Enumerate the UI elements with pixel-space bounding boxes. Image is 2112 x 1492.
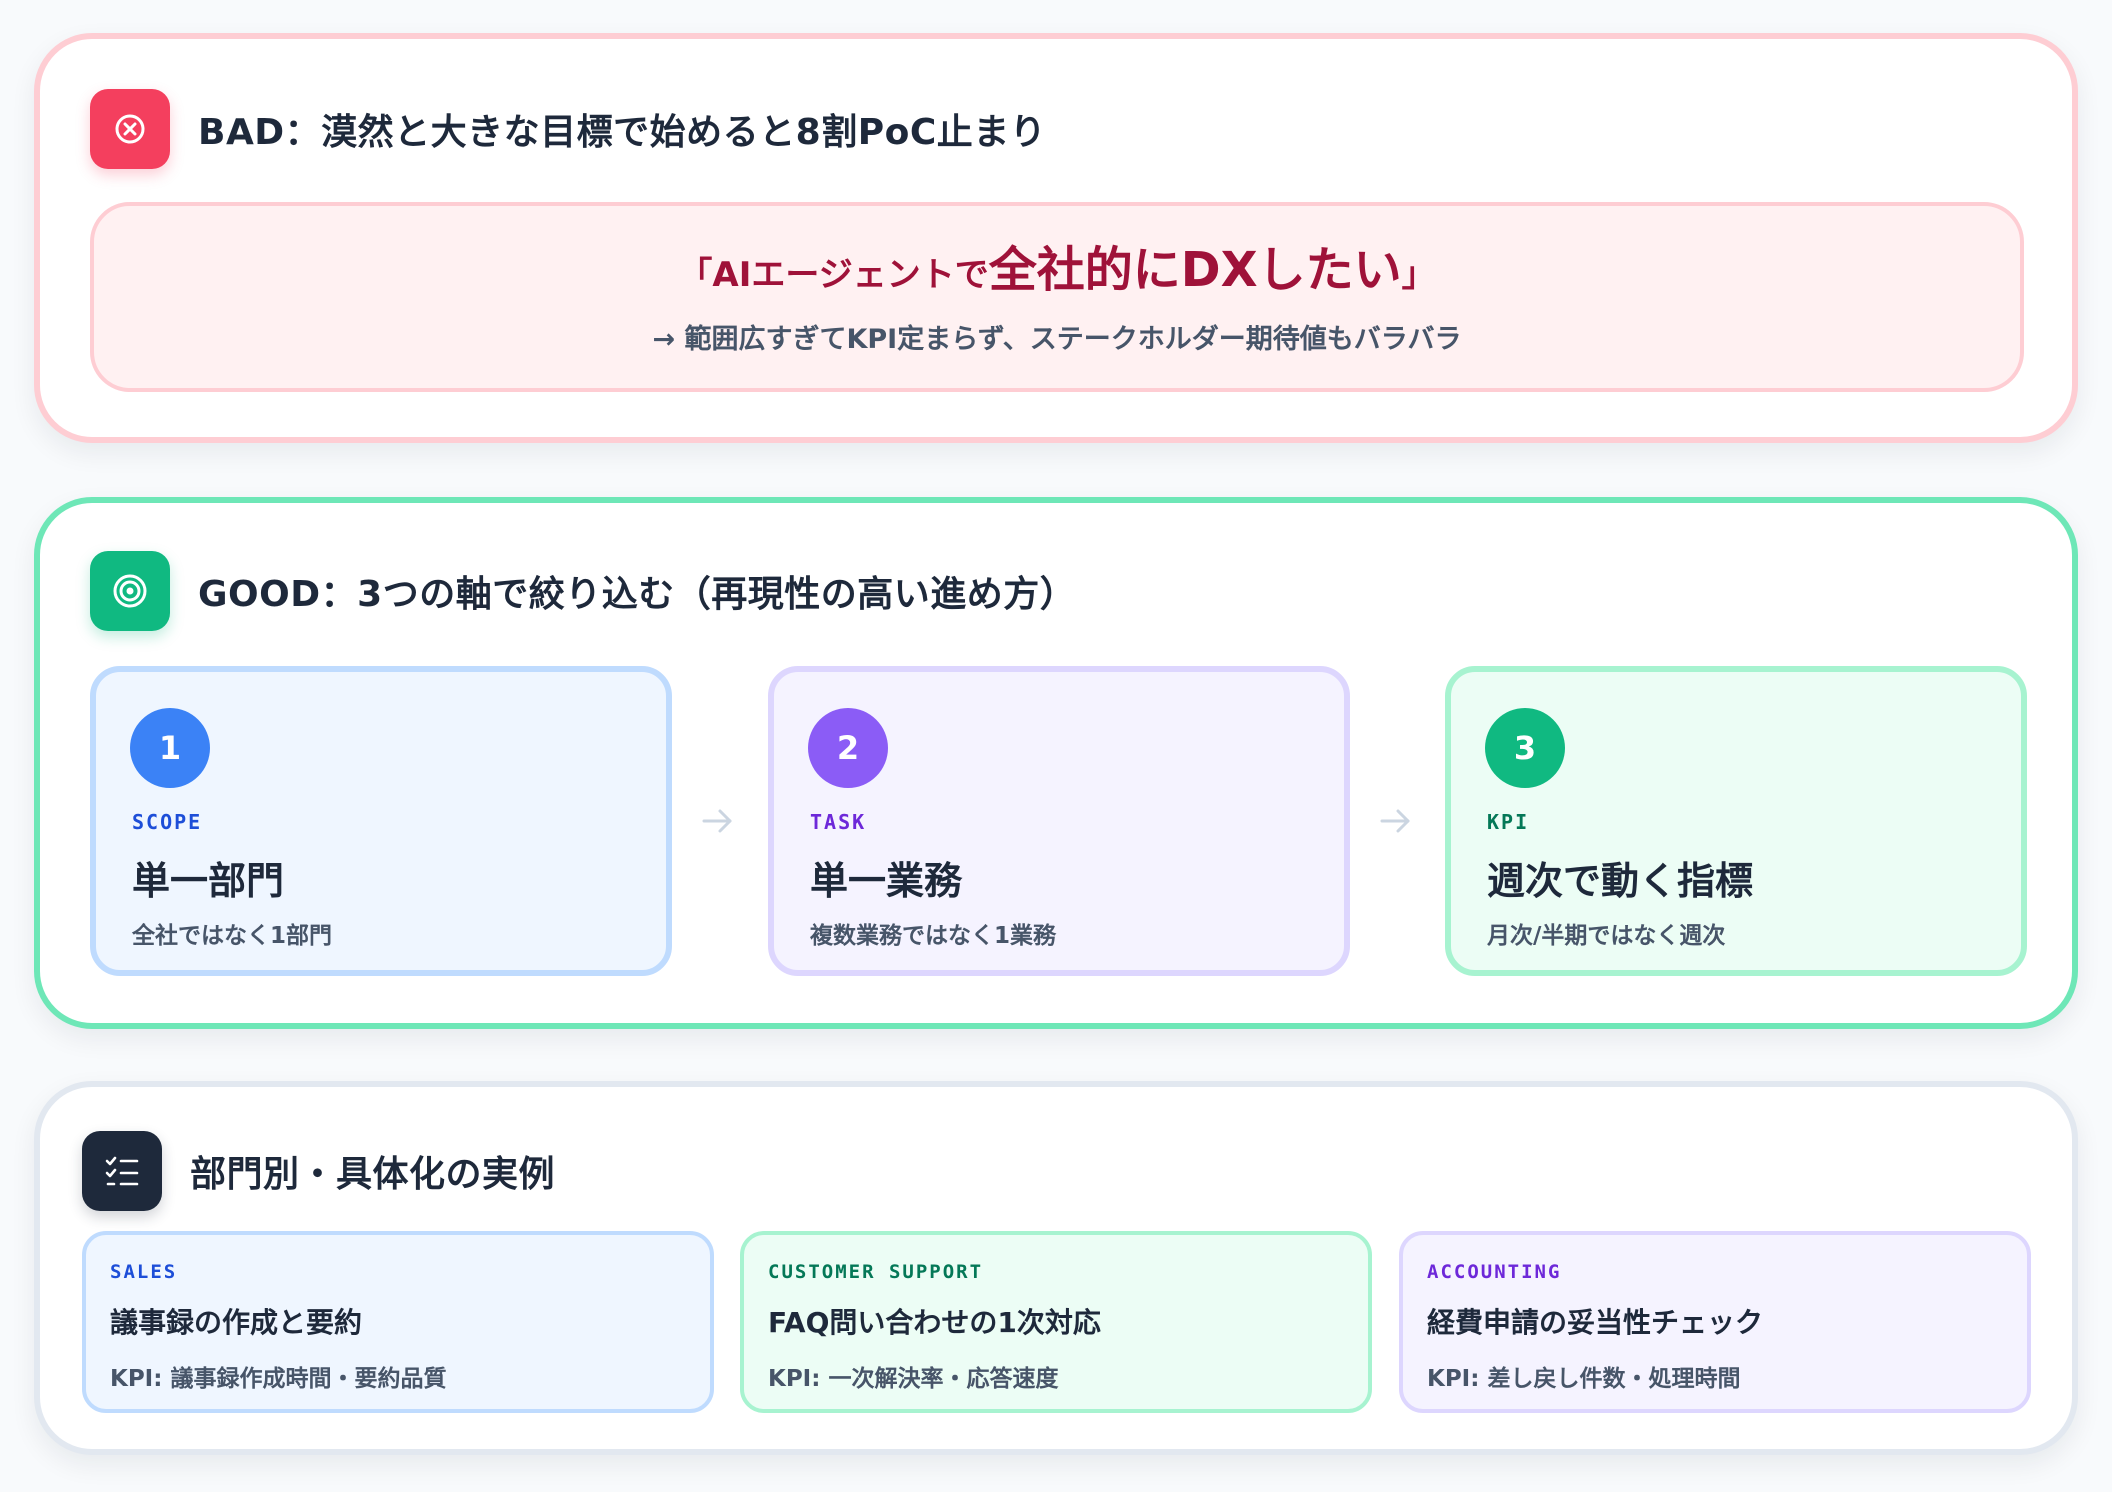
step-number-badge: 3	[1485, 708, 1565, 788]
bad-title: BAD：漠然と大きな目標で始めると8割PoC止まり	[198, 112, 1047, 153]
arrow-right-icon	[1378, 803, 1414, 846]
step-scope: 1 SCOPE 単一部門 全社ではなく1部門	[90, 666, 672, 976]
bad-quote-emphasis: 全社的にDXしたい	[988, 242, 1402, 298]
step-kpi: 3 KPI 週次で動く指標 月次/半期ではなく週次	[1445, 666, 2027, 976]
step-description: 月次/半期ではなく週次	[1487, 923, 1726, 949]
example-sales: SALES 議事録の作成と要約 KPI: 議事録作成時間・要約品質	[82, 1231, 714, 1413]
example-tag: ACCOUNTING	[1427, 1261, 1562, 1283]
step-task: 2 TASK 単一業務 複数業務ではなく1業務	[768, 666, 1350, 976]
bad-quote-prefix: 「AIエージェントで	[678, 255, 989, 295]
example-title: FAQ問い合わせの1次対応	[768, 1306, 1101, 1339]
step-title: 週次で動く指標	[1487, 859, 1754, 903]
examples-title: 部門別・具体化の実例	[190, 1154, 556, 1195]
step-number-badge: 1	[130, 708, 210, 788]
step-description: 複数業務ではなく1業務	[810, 923, 1057, 949]
step-tag: KPI	[1487, 810, 1530, 834]
example-title: 経費申請の妥当性チェック	[1427, 1306, 1764, 1339]
bad-quote: 「AIエージェントで全社的にDXしたい」	[94, 244, 2020, 297]
step-tag: SCOPE	[132, 810, 203, 834]
example-accounting: ACCOUNTING 経費申請の妥当性チェック KPI: 差し戻し件数・処理時間	[1399, 1231, 2031, 1413]
good-card: GOOD：3つの軸で絞り込む（再現性の高い進め方） 1 SCOPE 単一部門 全…	[34, 497, 2078, 1029]
examples-card: 部門別・具体化の実例 SALES 議事録の作成と要約 KPI: 議事録作成時間・…	[34, 1081, 2078, 1455]
bad-example-box: 「AIエージェントで全社的にDXしたい」 → 範囲広すぎてKPI定まらず、ステー…	[90, 202, 2024, 392]
good-title: GOOD：3つの軸で絞り込む（再現性の高い進め方）	[198, 574, 1077, 615]
arrow-right-icon	[700, 803, 736, 846]
checklist-icon	[82, 1131, 162, 1211]
bad-card: BAD：漠然と大きな目標で始めると8割PoC止まり 「AIエージェントで全社的に…	[34, 33, 2078, 443]
bad-subtext: → 範囲広すぎてKPI定まらず、ステークホルダー期待値もバラバラ	[652, 323, 1462, 355]
example-kpi: KPI: 一次解決率・応答速度	[768, 1366, 1059, 1392]
bad-header: BAD：漠然と大きな目標で始めると8割PoC止まり	[90, 89, 1046, 169]
x-circle-icon	[90, 89, 170, 169]
step-tag: TASK	[810, 810, 867, 834]
target-icon	[90, 551, 170, 631]
step-title: 単一部門	[132, 859, 285, 903]
example-title: 議事録の作成と要約	[110, 1306, 363, 1339]
bad-quote-suffix: 」	[1401, 255, 1436, 295]
examples-header: 部門別・具体化の実例	[82, 1131, 555, 1211]
step-description: 全社ではなく1部門	[132, 923, 333, 949]
step-number-badge: 2	[808, 708, 888, 788]
good-header: GOOD：3つの軸で絞り込む（再現性の高い進め方）	[90, 551, 1076, 631]
example-tag: CUSTOMER SUPPORT	[768, 1261, 984, 1283]
example-customer-support: CUSTOMER SUPPORT FAQ問い合わせの1次対応 KPI: 一次解決…	[740, 1231, 1372, 1413]
example-tag: SALES	[110, 1261, 178, 1283]
step-title: 単一業務	[810, 859, 963, 903]
example-kpi: KPI: 差し戻し件数・処理時間	[1427, 1366, 1741, 1392]
example-kpi: KPI: 議事録作成時間・要約品質	[110, 1366, 447, 1392]
